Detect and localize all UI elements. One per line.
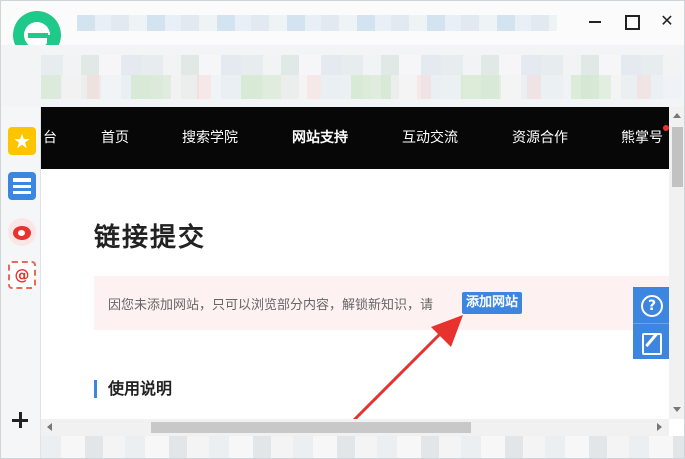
blurred-bookmarks-bar <box>41 75 681 99</box>
feedback-icon[interactable] <box>633 323 669 359</box>
close-button[interactable]: ✕ <box>655 11 679 31</box>
nav-item-home[interactable]: 首页 <box>101 107 129 169</box>
browser-window: ✕ 台 首页 搜索学院 网站支持 互动交流 资源合作 熊掌号 链接提交 因您未添… <box>0 0 685 459</box>
blurred-status-bar <box>41 436 684 458</box>
title-bar: ✕ <box>1 1 684 59</box>
page-title: 链接提交 <box>94 223 207 253</box>
minimize-button[interactable] <box>583 11 607 31</box>
vertical-scroll-thumb[interactable] <box>672 127 683 187</box>
browser-sidebar <box>1 107 41 458</box>
horizontal-scroll-thumb[interactable] <box>151 422 471 433</box>
scroll-right-icon[interactable] <box>657 423 662 431</box>
mail-icon[interactable] <box>8 261 36 289</box>
nav-item-platform[interactable]: 台 <box>43 107 57 169</box>
plus-icon[interactable] <box>12 411 32 431</box>
usage-section-heading: 使用说明 <box>94 379 172 399</box>
red-arrow-annotation <box>349 315 463 425</box>
scroll-left-icon[interactable] <box>47 423 52 431</box>
address-bar-area <box>1 45 684 107</box>
nav-item-partnership[interactable]: 资源合作 <box>512 107 568 169</box>
horizontal-scrollbar[interactable] <box>41 419 669 436</box>
help-icon[interactable] <box>633 287 669 323</box>
arrow-head <box>431 315 463 347</box>
nav-item-site-support[interactable]: 网站支持 <box>292 107 348 169</box>
weibo-icon[interactable] <box>8 218 36 246</box>
nav-item-search-academy[interactable]: 搜索学院 <box>182 107 238 169</box>
scroll-up-icon[interactable] <box>673 113 681 118</box>
news-icon[interactable] <box>8 172 36 200</box>
site-nav-bar: 台 首页 搜索学院 网站支持 互动交流 资源合作 熊掌号 <box>41 107 669 169</box>
maximize-button[interactable] <box>619 11 643 31</box>
nav-item-xiongzhang[interactable]: 熊掌号 <box>621 107 663 169</box>
scroll-down-icon[interactable] <box>673 407 681 412</box>
nav-item-community[interactable]: 互动交流 <box>402 107 458 169</box>
arrow-shaft <box>349 327 447 425</box>
star-icon[interactable] <box>8 127 36 155</box>
blurred-tab-strip <box>77 15 557 31</box>
vertical-scrollbar[interactable] <box>669 107 684 419</box>
